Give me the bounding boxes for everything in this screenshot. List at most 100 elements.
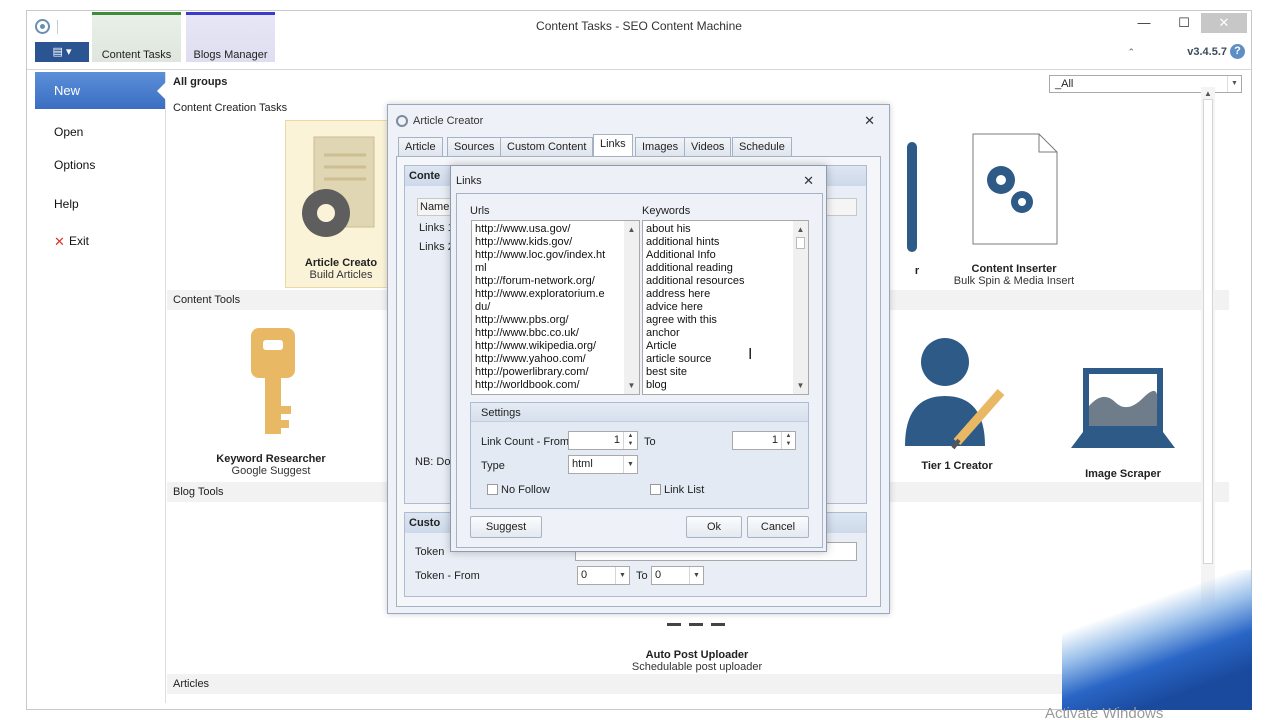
no-follow-label: No Follow <box>501 484 550 496</box>
chevron-down-icon[interactable]: ▼ <box>1227 76 1241 92</box>
tile-content-inserter[interactable]: Content Inserter Bulk Spin & Media Inser… <box>949 128 1079 287</box>
tile-partial-wrench[interactable]: r <box>907 142 927 277</box>
sidebar-item-exit[interactable]: ✕ Exit <box>35 234 165 249</box>
link-count-label: Link Count - From <box>481 436 570 448</box>
token-to-select[interactable]: 0 ▼ <box>651 566 704 585</box>
close-icon[interactable]: ✕ <box>1201 13 1247 33</box>
link-count-from-stepper[interactable]: 1 ▲ ▼ <box>568 431 638 450</box>
table-row[interactable]: Links 2 <box>419 241 454 253</box>
list-item: agree with this <box>646 314 717 326</box>
all-groups-label: All groups <box>173 76 228 88</box>
chevron-down-icon[interactable]: ▼ <box>615 567 629 584</box>
chevron-down-icon[interactable]: ▼ <box>689 567 703 584</box>
keywords-scrollbar[interactable]: ▲ ▼ <box>793 221 808 394</box>
link-count-to-stepper[interactable]: 1 ▲ ▼ <box>732 431 796 450</box>
link-count-to-value: 1 <box>771 434 778 446</box>
stepper-arrows-icon[interactable]: ▲ ▼ <box>623 432 637 449</box>
tile-title: Auto Post Uploader <box>645 649 749 661</box>
suggest-button[interactable]: Suggest <box>470 516 542 538</box>
collapse-ribbon-icon[interactable]: ⌃ <box>1127 47 1135 58</box>
link-list-label: Link List <box>664 484 705 496</box>
minimize-icon[interactable]: — <box>1129 13 1159 33</box>
dialog-title-text: Article Creator <box>413 115 484 127</box>
article-creator-icon <box>302 136 375 237</box>
sidebar-item-new[interactable]: New <box>35 72 166 109</box>
urls-textarea[interactable]: http://www.usa.gov/http://www.kids.gov/h… <box>471 220 640 395</box>
cancel-button[interactable]: Cancel <box>747 516 809 538</box>
scroll-thumb[interactable] <box>1203 99 1213 564</box>
scroll-thumb[interactable] <box>796 237 805 249</box>
tab-images[interactable]: Images <box>635 137 686 157</box>
tab-links[interactable]: Links <box>593 134 633 157</box>
scroll-up-icon[interactable]: ▲ <box>793 223 808 236</box>
tile-article-creator[interactable]: Article Creato Build Articles <box>285 120 397 288</box>
links-dialog-body: Urls Keywords http://www.usa.gov/http://… <box>456 193 823 548</box>
list-item: advice here <box>646 301 703 313</box>
links-dialog-title: Links <box>456 175 482 187</box>
desktop-background <box>1062 570 1252 710</box>
link-list-checkbox[interactable] <box>650 484 661 495</box>
tab-custom-content[interactable]: Custom Content <box>500 137 594 157</box>
dialog-title: Article Creator <box>396 115 483 127</box>
stepper-arrows-icon[interactable]: ▲ ▼ <box>781 432 795 449</box>
sidebar-item-open[interactable]: Open <box>35 125 165 139</box>
tile-image-scraper[interactable]: Image Scraper <box>1063 362 1183 480</box>
list-item: ml <box>475 262 487 274</box>
tile-title: Image Scraper <box>1085 468 1161 480</box>
chevron-down-icon[interactable]: ▼ <box>623 456 637 473</box>
tile-title: Content Inserter <box>971 263 1057 275</box>
tile-title: r <box>914 265 920 277</box>
link-count-from-value: 1 <box>613 434 620 446</box>
tab-schedule[interactable]: Schedule <box>732 137 792 157</box>
sidebar-item-help[interactable]: Help <box>35 197 165 211</box>
list-item: du/ <box>475 301 491 313</box>
sidebar: New Open Options Help ✕ Exit <box>35 72 166 703</box>
urls-label: Urls <box>470 205 490 217</box>
scroll-up-icon[interactable]: ▲ <box>624 223 639 236</box>
list-item: additional resources <box>646 275 745 287</box>
type-select[interactable]: html ▼ <box>568 455 638 474</box>
tab-videos[interactable]: Videos <box>684 137 732 157</box>
token-to-label: To <box>636 570 648 582</box>
nb-text: NB: Do <box>415 456 451 468</box>
tile-auto-post-uploader[interactable]: Auto Post Uploader Schedulable post uplo… <box>617 622 777 673</box>
ok-button[interactable]: Ok <box>686 516 742 538</box>
tab-blogs-manager[interactable]: Blogs Manager <box>186 12 275 62</box>
tile-subtitle: Bulk Spin & Media Insert <box>953 275 1075 287</box>
scroll-down-icon[interactable]: ▼ <box>793 379 808 392</box>
token-label: Token <box>415 546 445 558</box>
maximize-icon[interactable]: ☐ <box>1169 13 1199 33</box>
list-item: additional hints <box>646 236 720 248</box>
tab-content-tasks[interactable]: Content Tasks <box>92 12 181 62</box>
list-item: http://www.bbc.co.uk/ <box>475 327 579 339</box>
tab-sources[interactable]: Sources <box>447 137 502 157</box>
no-follow-checkbox[interactable] <box>487 484 498 495</box>
list-item: http://worldbook.com/ <box>475 379 580 391</box>
ribbon-bar <box>27 62 1251 70</box>
text-cursor-icon: I <box>748 346 753 363</box>
list-item: article source <box>646 353 712 365</box>
table-row[interactable]: Links 1 <box>419 222 454 234</box>
token-to-value: 0 <box>655 569 662 581</box>
scroll-down-icon[interactable]: ▼ <box>624 379 639 392</box>
close-icon[interactable]: ✕ <box>803 173 814 189</box>
settings-header: Settings <box>471 403 808 422</box>
tile-tier1-creator[interactable]: Tier 1 Creator <box>899 338 1015 472</box>
keywords-textarea[interactable]: about his additional hints Additional Info… <box>642 220 809 395</box>
list-item: http://www.loc.gov/index.ht <box>475 249 606 261</box>
close-icon[interactable]: ✕ <box>864 113 875 129</box>
tab-article[interactable]: Article <box>398 137 443 157</box>
sidebar-item-options[interactable]: Options <box>35 158 165 172</box>
help-icon[interactable]: ? <box>1230 44 1245 59</box>
app-menu-button[interactable]: ▤ ▾ <box>35 42 89 63</box>
tile-keyword-researcher[interactable]: Keyword Researcher Google Suggest <box>207 322 335 477</box>
group-filter-value: _All <box>1055 78 1074 90</box>
list-item: anchor <box>646 327 680 339</box>
token-from-select[interactable]: 0 ▼ <box>577 566 630 585</box>
scroll-up-icon[interactable]: ▲ <box>1201 89 1215 98</box>
tile-subtitle: Schedulable post uploader <box>631 661 763 673</box>
urls-scrollbar[interactable]: ▲ ▼ <box>624 221 639 394</box>
list-item: http://www.usa.gov/ <box>475 223 571 235</box>
tile-title: Tier 1 Creator <box>921 460 993 472</box>
list-item: address here <box>646 288 711 300</box>
